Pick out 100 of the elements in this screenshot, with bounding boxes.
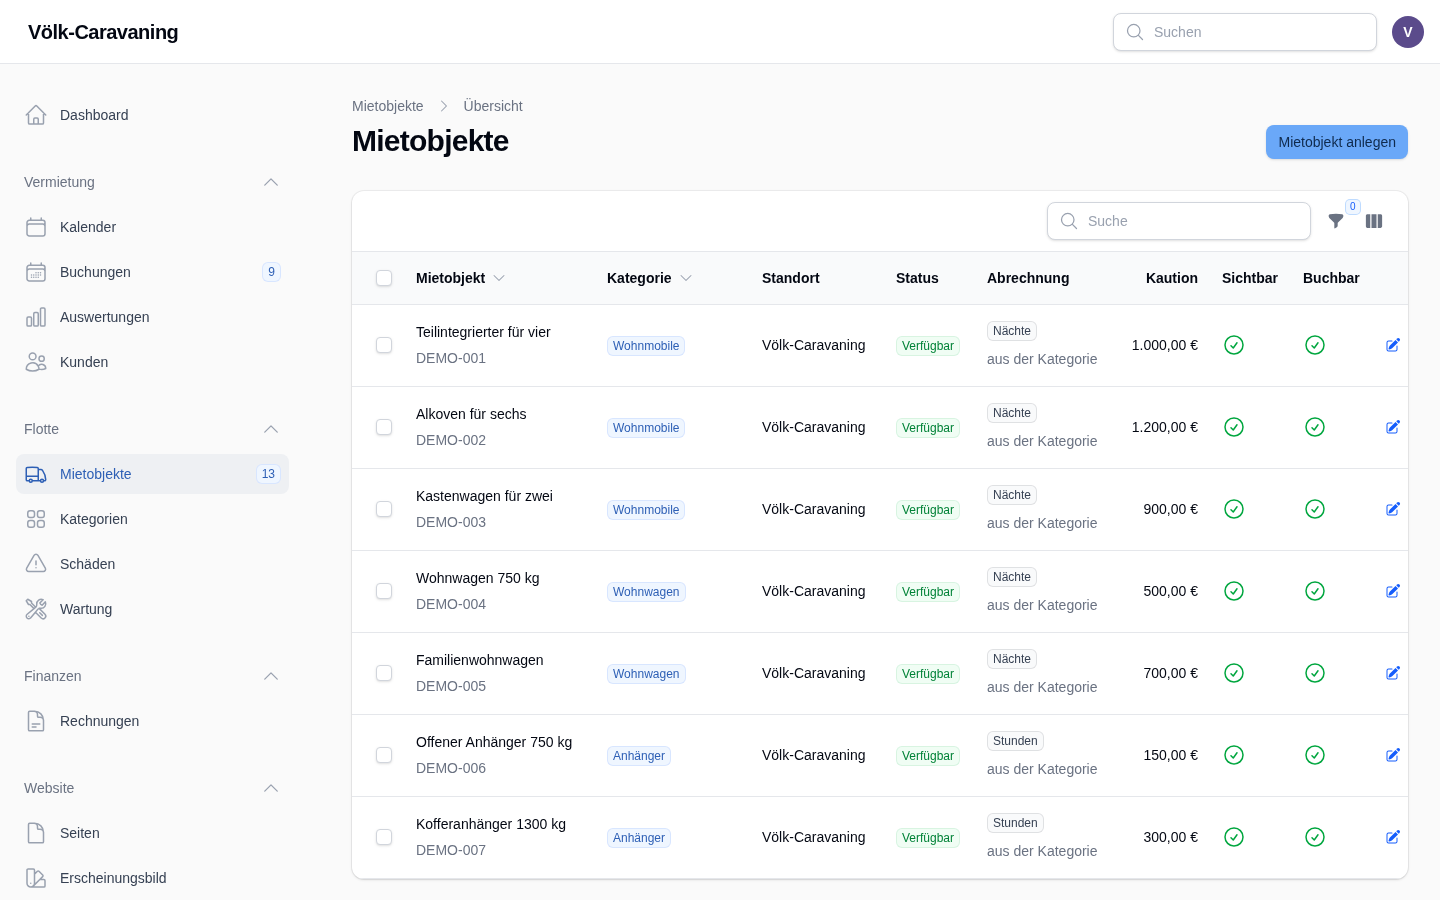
tools-icon xyxy=(24,597,48,621)
deposit-amount: 1.000,00 € xyxy=(1131,337,1198,353)
billing-note: aus der Kategorie xyxy=(987,842,1098,861)
category-badge: Wohnwagen xyxy=(607,581,686,602)
edit-icon[interactable] xyxy=(1385,665,1401,681)
row-checkbox[interactable] xyxy=(376,583,392,599)
item-name: Familienwohnwagen xyxy=(416,651,545,670)
deposit-amount: 700,00 € xyxy=(1143,665,1198,681)
item-name: Kofferanhänger 1300 kg xyxy=(416,815,567,834)
sidebar-item[interactable]: Kalender xyxy=(16,207,289,247)
item-code: DEMO-002 xyxy=(416,431,488,450)
deposit-amount: 300,00 € xyxy=(1143,829,1198,845)
category-badge: Wohnmobile xyxy=(607,499,686,520)
filter-icon[interactable] xyxy=(1327,212,1345,230)
category-badge: Wohnmobile xyxy=(607,417,686,438)
row-checkbox[interactable] xyxy=(376,829,392,845)
sidebar-item[interactable]: Wartung xyxy=(16,589,289,629)
location-text: Völk-Caravaning xyxy=(762,829,866,845)
column-header: Status xyxy=(896,269,939,286)
billing-note: aus der Kategorie xyxy=(987,514,1098,533)
search-field[interactable]: Suche xyxy=(1047,202,1311,240)
billing-note: aus der Kategorie xyxy=(987,678,1098,697)
billing-unit-badge: Nächte xyxy=(987,649,1038,669)
breadcrumb-link[interactable]: Übersicht xyxy=(463,96,523,116)
edit-icon[interactable] xyxy=(1385,419,1401,435)
column-header[interactable]: Kategorie xyxy=(607,267,694,288)
deposit-amount: 1.200,00 € xyxy=(1131,419,1198,435)
group-label: Vermietung xyxy=(24,173,95,192)
search-icon xyxy=(1059,211,1079,231)
status-badge: Verfügbar xyxy=(896,827,961,848)
status-badge: Verfügbar xyxy=(896,335,961,356)
row-checkbox[interactable] xyxy=(376,337,392,353)
sidebar-item[interactable]: Schäden xyxy=(16,544,289,584)
sidebar-item[interactable]: Erscheinungsbild xyxy=(16,858,289,898)
group-label: Website xyxy=(24,779,75,798)
column-header: Abrechnung xyxy=(987,269,1070,286)
select-all-checkbox[interactable] xyxy=(376,269,392,286)
item-name: Wohnwagen 750 kg xyxy=(416,569,541,588)
columns-icon[interactable] xyxy=(1364,211,1384,231)
location-text: Völk-Caravaning xyxy=(762,501,866,517)
billing-unit-badge: Stunden xyxy=(987,813,1044,833)
column-header: Buchbar xyxy=(1303,269,1360,286)
calendar-icon xyxy=(24,260,48,284)
search-icon xyxy=(1125,21,1145,42)
billing-unit-badge: Nächte xyxy=(987,403,1038,423)
breadcrumb-link[interactable]: Mietobjekte xyxy=(352,96,424,116)
billing-note: aus der Kategorie xyxy=(987,760,1098,779)
status-badge: Verfügbar xyxy=(896,745,961,766)
sidebar-item[interactable]: Mietobjekte 13 xyxy=(16,454,289,494)
column-header: Standort xyxy=(762,269,820,286)
logo-text[interactable]: Völk-Caravaning xyxy=(28,17,179,46)
status-badge: Verfügbar xyxy=(896,499,961,520)
column-header: Kaution xyxy=(1145,269,1198,286)
sidebar-item[interactable]: Auswertungen xyxy=(16,297,289,337)
count-badge: 13 xyxy=(255,464,281,484)
deposit-amount: 150,00 € xyxy=(1143,747,1198,763)
item-code: DEMO-004 xyxy=(416,595,488,614)
location-text: Völk-Caravaning xyxy=(762,337,866,353)
edit-icon[interactable] xyxy=(1385,829,1401,845)
sidebar-item[interactable]: Seiten xyxy=(16,813,289,853)
page-title: Mietobjekte xyxy=(352,123,509,159)
row-checkbox[interactable] xyxy=(376,419,392,435)
billing-unit-badge: Nächte xyxy=(987,567,1038,587)
location-text: Völk-Caravaning xyxy=(762,419,866,435)
sidebar-item[interactable]: Rechnungen xyxy=(16,701,289,741)
grid-icon xyxy=(24,507,48,531)
item-name: Offener Anhänger 750 kg xyxy=(416,733,574,752)
item-code: DEMO-006 xyxy=(416,759,488,778)
row-checkbox[interactable] xyxy=(376,747,392,763)
item-name: Alkoven für sechs xyxy=(416,405,528,424)
sidebar-item[interactable]: Kunden xyxy=(16,342,289,382)
column-header[interactable]: Mietobjekt xyxy=(416,267,508,288)
item-code: DEMO-003 xyxy=(416,513,488,532)
sidebar-item[interactable]: Kategorien xyxy=(16,499,289,539)
column-header: Sichtbar xyxy=(1222,269,1278,286)
status-badge: Verfügbar xyxy=(896,581,961,602)
filter-count-badge: 0 xyxy=(1346,200,1360,214)
swatch-icon xyxy=(24,866,48,890)
item-name: Kastenwagen für zwei xyxy=(416,487,554,506)
edit-icon[interactable] xyxy=(1385,337,1401,353)
sidebar-item[interactable]: Dashboard xyxy=(16,95,289,135)
row-checkbox[interactable] xyxy=(376,665,392,681)
edit-icon[interactable] xyxy=(1385,747,1401,763)
item-code: DEMO-005 xyxy=(416,677,488,696)
search-field[interactable]: Suchen xyxy=(1113,12,1377,51)
deposit-amount: 900,00 € xyxy=(1143,501,1198,517)
billing-unit-badge: Nächte xyxy=(987,321,1038,341)
edit-icon[interactable] xyxy=(1385,501,1401,517)
item-code: DEMO-007 xyxy=(416,841,488,860)
location-text: Völk-Caravaning xyxy=(762,583,866,599)
sidebar-item[interactable]: Buchungen 9 xyxy=(16,252,289,292)
create-button[interactable]: Mietobjekt anlegen xyxy=(1266,125,1408,159)
deposit-amount: 500,00 € xyxy=(1143,583,1198,599)
calendar-icon xyxy=(24,215,48,239)
group-label: Flotte xyxy=(24,420,59,439)
edit-icon[interactable] xyxy=(1385,583,1401,599)
row-checkbox[interactable] xyxy=(376,501,392,517)
status-badge: Verfügbar xyxy=(896,417,961,438)
avatar[interactable]: V xyxy=(1392,15,1424,48)
location-text: Völk-Caravaning xyxy=(762,665,866,681)
